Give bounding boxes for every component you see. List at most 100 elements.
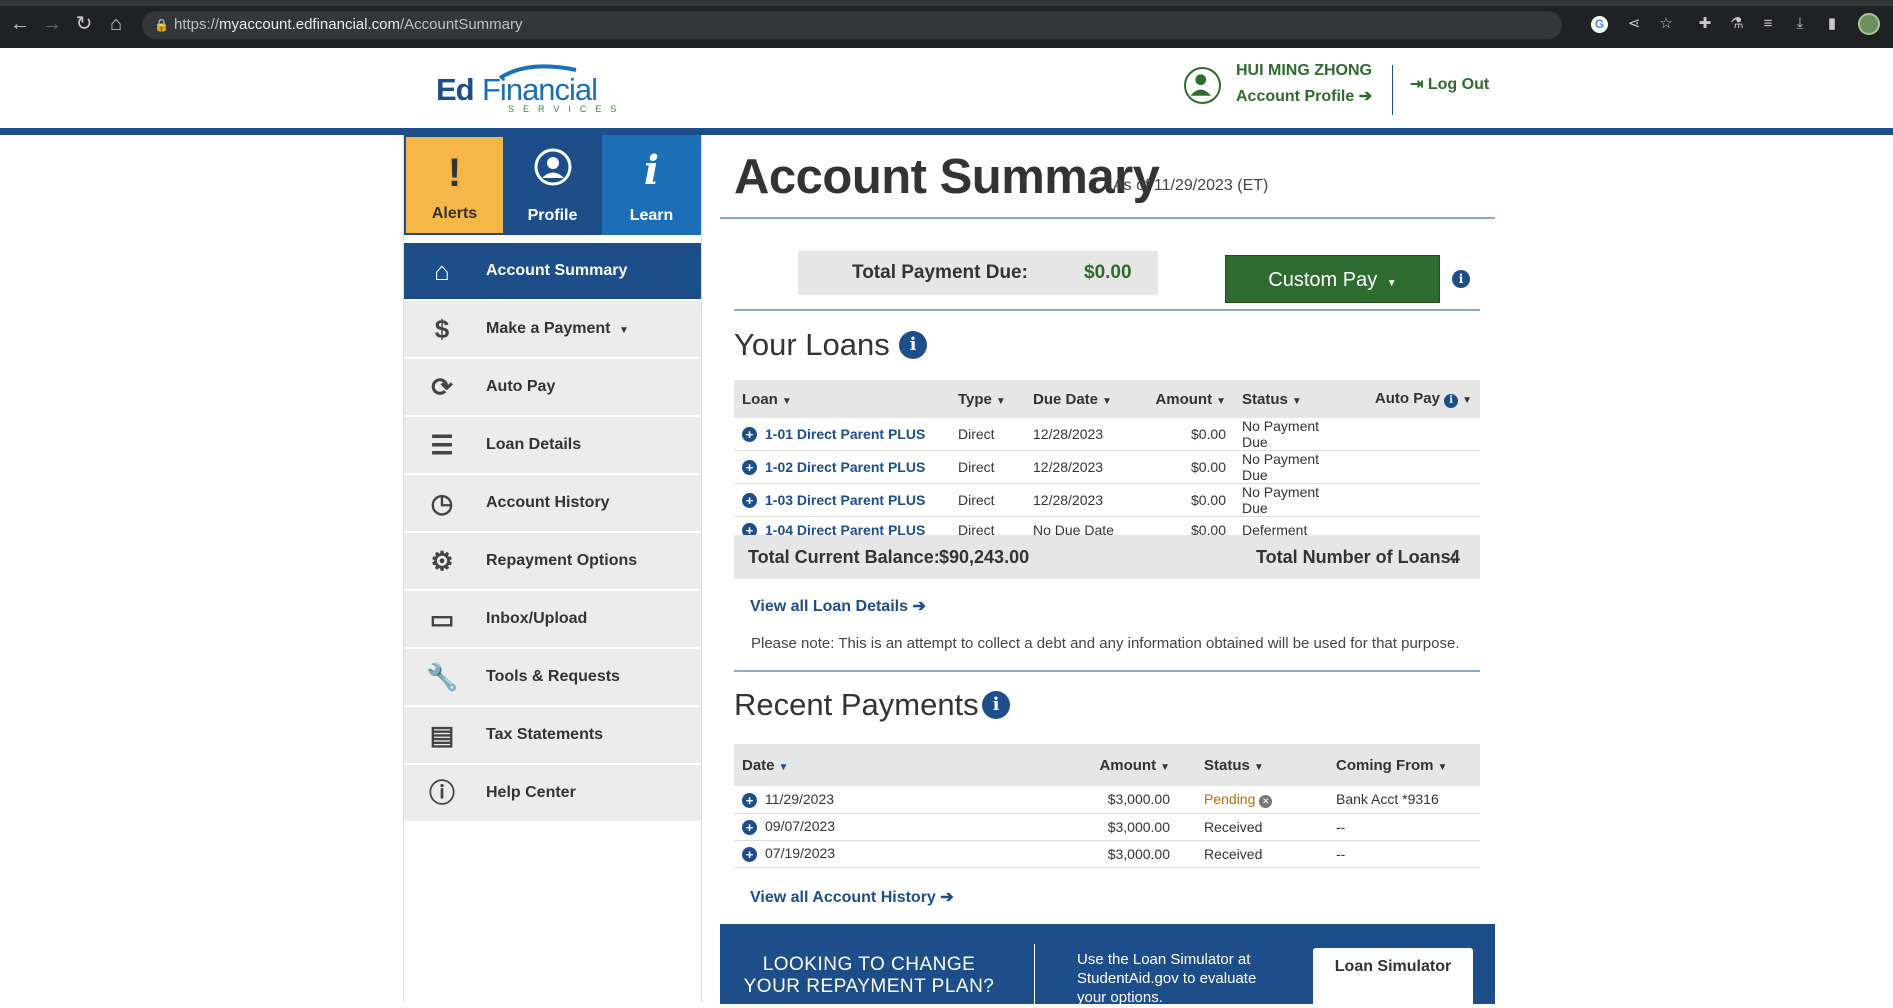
expand-plus-icon[interactable]: + [742, 792, 757, 808]
table-row: +1-02 Direct Parent PLUS Direct 12/28/20… [734, 450, 1480, 484]
payments-table: Date ▼ Amount ▼ Status ▼ Coming From ▼ +11/2… [734, 744, 1480, 868]
sidebar-item-repayment-options[interactable]: ⚙ Repayment Options [404, 533, 701, 589]
banner-divider [1034, 944, 1035, 1004]
your-loans-heading: Your Loans [734, 327, 890, 362]
tile-alerts[interactable]: ! Alerts [404, 135, 503, 235]
arrow-right-icon: ➔ [940, 889, 954, 906]
header-divider [1392, 65, 1393, 115]
forward-icon[interactable]: → [40, 12, 64, 36]
document-icon: ▤ [429, 720, 455, 750]
home-button-icon[interactable]: ⌂ [104, 12, 128, 36]
google-icon[interactable]: G [1591, 16, 1608, 33]
sidebar-item-loan-details[interactable]: ☰ Loan Details [404, 417, 701, 473]
col-status[interactable]: Status ▼ [1234, 380, 1354, 418]
info-icon: i [643, 147, 660, 194]
expand-plus-icon[interactable]: + [742, 493, 757, 509]
sort-caret-icon: ▼ [1437, 761, 1448, 773]
col-auto-pay[interactable]: Auto Pay i ▼ [1354, 380, 1480, 418]
sidebar-item-inbox-upload[interactable]: ▭ Inbox/Upload [404, 591, 701, 647]
sidebar-item-account-history[interactable]: ◷ Account History [404, 475, 701, 531]
sort-caret-icon: ▼ [1253, 761, 1264, 773]
col-amount[interactable]: Amount ▼ [1144, 380, 1234, 418]
address-bar[interactable]: 🔒 https://myaccount.edfinancial.com/Accou… [142, 11, 1562, 39]
cancel-payment-icon[interactable]: ✕ [1259, 794, 1273, 808]
share-icon[interactable]: ⋖ [1624, 14, 1644, 34]
expand-plus-icon[interactable]: + [742, 427, 757, 443]
user-avatar-icon [1184, 67, 1221, 104]
tile-learn[interactable]: i Learn [602, 135, 701, 235]
dollar-icon: $ [434, 314, 450, 344]
total-balance-value: $90,243.00 [939, 547, 1030, 567]
col-status[interactable]: Status ▼ [1178, 744, 1328, 786]
back-icon[interactable]: ← [8, 12, 32, 36]
loan-link[interactable]: 1-03 Direct Parent PLUS [765, 492, 925, 508]
loan-link[interactable]: 1-01 Direct Parent PLUS [765, 426, 925, 442]
page-title: Account Summary [734, 150, 1160, 204]
repayment-plan-banner: LOOKING TO CHANGE YOUR REPAYMENT PLAN? U… [720, 924, 1495, 1008]
lock-icon: 🔒 [154, 18, 169, 32]
col-coming-from[interactable]: Coming From ▼ [1328, 744, 1480, 786]
col-type[interactable]: Type ▼ [950, 380, 1025, 418]
sort-caret-icon: ▼ [1216, 395, 1226, 407]
your-loans-info-icon[interactable]: i [899, 331, 927, 359]
list-icon: ☰ [430, 430, 454, 460]
labs-icon[interactable]: ⚗ [1727, 14, 1747, 34]
table-row: +09/07/2023 $3,000.00 Received -- [734, 813, 1480, 841]
loan-simulator-button[interactable]: Loan Simulator [1313, 948, 1473, 1008]
arrow-right-icon: ➔ [1358, 88, 1373, 105]
edfinancial-logo[interactable]: Ed Financial SERVICES [436, 60, 616, 114]
custom-pay-info-icon[interactable]: i [1452, 270, 1470, 288]
table-row: +1-03 Direct Parent PLUS Direct 12/28/20… [734, 483, 1480, 517]
recent-payments-heading: Recent Payments [734, 687, 979, 722]
col-due-date[interactable]: Due Date ▼ [1025, 380, 1144, 418]
recent-payments-info-icon[interactable]: i [982, 691, 1010, 719]
sidebar-item-tools-requests[interactable]: 🔧 Tools & Requests [404, 649, 701, 705]
sidebar-menu: ⌂ Account Summary $ Make a Payment ▼ ⟳ Auto… [404, 243, 701, 823]
view-all-account-history-link[interactable]: View all Account History ➔ [750, 887, 954, 907]
expand-plus-icon[interactable]: + [742, 846, 757, 862]
banner-text: Use the Loan Simulator at StudentAid.gov… [1077, 951, 1257, 1006]
sidebar-item-make-a-payment[interactable]: $ Make a Payment ▼ [404, 301, 701, 357]
expand-plus-icon[interactable]: + [742, 819, 757, 835]
browser-profile-avatar[interactable] [1858, 13, 1880, 35]
wrench-icon: 🔧 [426, 662, 459, 692]
expand-plus-icon[interactable]: + [742, 460, 757, 476]
loan-link[interactable]: 1-02 Direct Parent PLUS [765, 459, 925, 475]
banner-heading: LOOKING TO CHANGE YOUR REPAYMENT PLAN? [743, 954, 995, 997]
col-amount[interactable]: Amount ▼ [1016, 744, 1178, 786]
col-date[interactable]: Date ▼ [734, 744, 1016, 786]
table-row: +07/19/2023 $3,000.00 Received -- [734, 840, 1480, 868]
reading-list-icon[interactable]: ≡ [1758, 14, 1778, 34]
col-loan[interactable]: Loan ▼ [734, 380, 950, 418]
auto-pay-info-icon[interactable]: i [1444, 394, 1459, 408]
extensions-icon[interactable]: ✚ [1695, 14, 1715, 34]
tile-profile[interactable]: Profile [503, 135, 602, 235]
arrow-right-icon: ➔ [912, 598, 926, 615]
custom-pay-button[interactable]: Custom Pay ▼ [1225, 255, 1440, 303]
home-icon: ⌂ [434, 256, 450, 286]
total-payment-due-box: Total Payment Due: $0.00 [798, 251, 1158, 295]
browser-chrome: ← → ↻ ⌂ 🔒 https://myaccount.edfinancial.c… [0, 0, 1893, 48]
sidebar-item-help-center[interactable]: ⓘ Help Center [404, 765, 701, 821]
payment-divider [734, 309, 1480, 311]
bookmark-star-icon[interactable]: ☆ [1656, 14, 1676, 34]
loans-table: Loan ▼ Type ▼ Due Date ▼ Amount ▼ Status ▼ Au… [734, 380, 1480, 544]
sidebar-item-auto-pay[interactable]: ⟳ Auto Pay [404, 359, 701, 415]
reload-icon[interactable]: ↻ [72, 12, 96, 36]
logout-link[interactable]: ⇥ Log Out [1410, 74, 1489, 94]
sort-caret-icon: ▼ [781, 395, 792, 407]
chevron-down-icon: ▼ [1386, 278, 1397, 289]
sidebar-item-account-summary[interactable]: ⌂ Account Summary [404, 243, 701, 299]
clock-icon: ◷ [430, 488, 454, 518]
view-all-loan-details-link[interactable]: View all Loan Details ➔ [750, 596, 926, 616]
balance-summary: Total Current Balance: $90,243.00 Total … [734, 535, 1480, 579]
download-icon[interactable]: ⤓ [1790, 14, 1810, 34]
user-circle-icon [503, 147, 602, 198]
title-divider [720, 217, 1495, 219]
side-panel-icon[interactable]: ▮ [1822, 14, 1842, 34]
sidebar-item-tax-statements[interactable]: ▤ Tax Statements [404, 707, 701, 763]
chevron-down-icon: ▼ [618, 325, 629, 336]
account-profile-link[interactable]: Account Profile ➔ [1236, 86, 1372, 106]
debt-collection-note: Please note: This is an attempt to colle… [751, 635, 1460, 652]
total-loans-value: 4 [1450, 547, 1461, 567]
